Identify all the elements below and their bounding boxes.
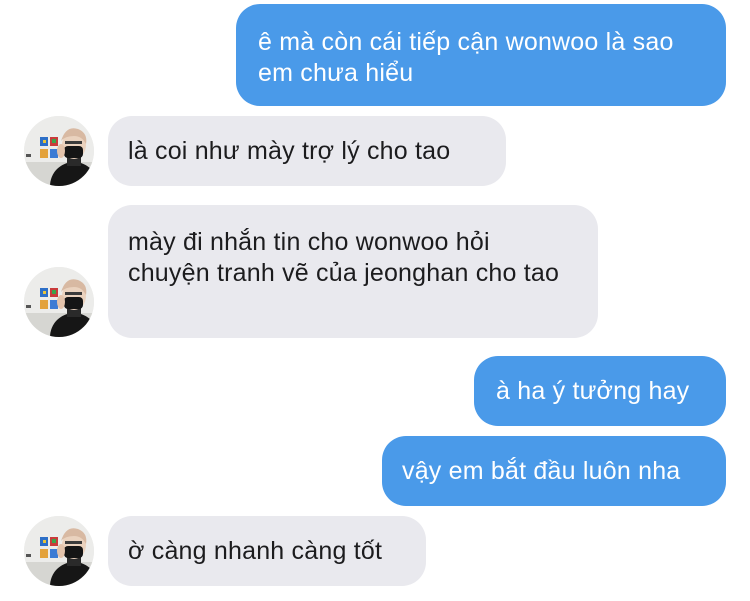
- message-bubble-sent[interactable]: à ha ý tưởng hay: [474, 356, 726, 426]
- message-bubble-sent[interactable]: ê mà còn cái tiếp cận wonwoo là sao em c…: [236, 4, 726, 106]
- message-text: ờ càng nhanh càng tốt: [128, 537, 383, 565]
- contact-avatar[interactable]: [24, 516, 94, 586]
- avatar-photo-icon: [24, 516, 94, 586]
- message-text: vậy em bắt đầu luôn nha: [402, 457, 681, 485]
- message-bubble-received[interactable]: là coi như mày trợ lý cho tao: [108, 116, 506, 186]
- contact-avatar[interactable]: [24, 267, 94, 337]
- avatar-photo-icon: [24, 116, 94, 186]
- message-text: mày đi nhắn tin cho wonwoo hỏi chuyện tr…: [128, 228, 560, 287]
- contact-avatar[interactable]: [24, 116, 94, 186]
- message-bubble-received[interactable]: ờ càng nhanh càng tốt: [108, 516, 426, 586]
- message-text: là coi như mày trợ lý cho tao: [128, 137, 451, 165]
- message-text: ê mà còn cái tiếp cận wonwoo là sao em c…: [258, 28, 674, 87]
- message-text: à ha ý tưởng hay: [496, 377, 690, 405]
- message-bubble-sent[interactable]: vậy em bắt đầu luôn nha: [382, 436, 726, 506]
- message-bubble-received[interactable]: mày đi nhắn tin cho wonwoo hỏi chuyện tr…: [108, 205, 598, 338]
- avatar-photo-icon: [24, 267, 94, 337]
